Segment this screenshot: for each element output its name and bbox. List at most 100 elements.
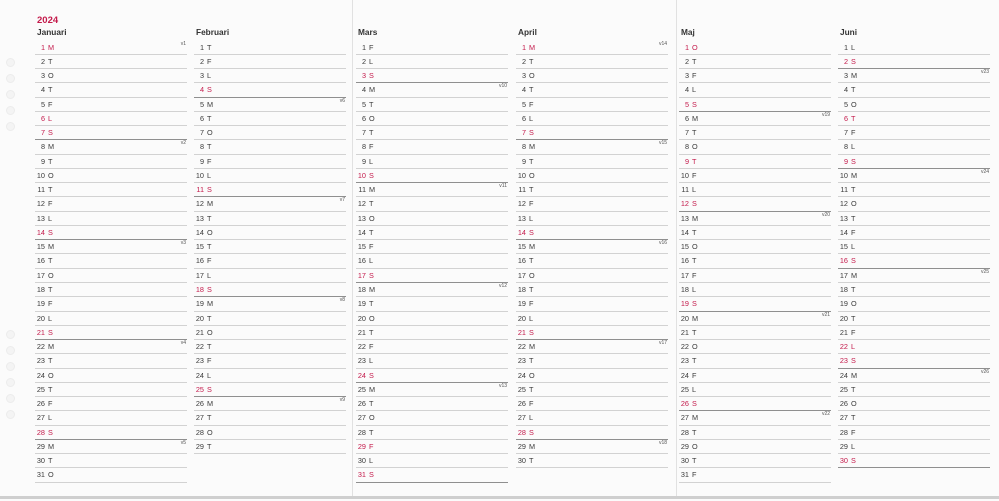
day-row: 7S bbox=[35, 126, 187, 141]
day-row: 20 L bbox=[35, 312, 187, 326]
day-row: 5T bbox=[356, 98, 508, 112]
day-row: 7F bbox=[838, 126, 990, 141]
day-number: 8 bbox=[684, 142, 689, 152]
binder-hole bbox=[6, 90, 15, 99]
day-row: 10 L bbox=[194, 169, 346, 184]
weekday-letter: T bbox=[529, 285, 534, 295]
month-column-april: April 1 Mv14 2 T 3 O 4 T 5 F 6 L 7 S 8 Mv15 9 T 10 O 11 T 12 F 13… bbox=[516, 27, 668, 469]
day-row: 1L bbox=[838, 41, 990, 55]
weekday-letter: F bbox=[207, 256, 212, 266]
weekday-letter: T bbox=[48, 384, 53, 394]
day-row: 12 O bbox=[838, 197, 990, 212]
day-number: 26 bbox=[517, 399, 526, 409]
day-number: 29 bbox=[517, 441, 526, 451]
day-row: 16 F bbox=[194, 254, 346, 269]
week-number: v20 bbox=[821, 211, 830, 218]
page-divider bbox=[676, 0, 677, 497]
day-row: 13 L bbox=[35, 212, 187, 226]
day-row: 26 Mv9 bbox=[194, 397, 346, 412]
weekday-letter: T bbox=[692, 128, 697, 138]
day-number: 13 bbox=[680, 213, 689, 223]
day-number: 26 bbox=[680, 399, 689, 409]
day-number: 30 bbox=[357, 456, 366, 466]
month-name: Juni bbox=[840, 27, 858, 37]
day-number: 4 bbox=[684, 85, 689, 95]
day-row: 20 O bbox=[356, 312, 508, 326]
weekday-letter: S bbox=[851, 456, 856, 466]
day-row: 18 S bbox=[194, 283, 346, 298]
weekday-letter: F bbox=[851, 327, 856, 337]
day-number: 16 bbox=[839, 256, 848, 266]
day-number: 16 bbox=[680, 256, 689, 266]
day-row: 25 L bbox=[679, 383, 831, 398]
weekday-letter: M bbox=[369, 185, 376, 195]
day-row: 1F bbox=[356, 41, 508, 55]
page-divider bbox=[352, 0, 353, 497]
week-number: v16 bbox=[658, 240, 667, 247]
weekday-letter: L bbox=[369, 56, 374, 66]
weekday-letter: L bbox=[692, 185, 697, 195]
weekday-letter: T bbox=[851, 413, 856, 423]
weekday-letter: T bbox=[207, 242, 212, 252]
week-number: v4 bbox=[180, 340, 186, 347]
day-row: 30 T bbox=[679, 454, 831, 469]
day-row: 1 Mv1 bbox=[35, 41, 187, 55]
day-row: 1 Mv14 bbox=[516, 41, 668, 55]
weekday-letter: S bbox=[369, 71, 374, 81]
weekday-letter: L bbox=[207, 71, 212, 81]
day-row: 28 T bbox=[356, 426, 508, 440]
weekday-letter: O bbox=[529, 170, 535, 180]
weekday-letter: O bbox=[851, 299, 857, 309]
day-row: 29 T bbox=[194, 440, 346, 455]
weekday-letter: S bbox=[48, 128, 53, 138]
weekday-letter: M bbox=[48, 242, 55, 252]
day-row: 14 O bbox=[194, 226, 346, 241]
weekday-letter: T bbox=[207, 213, 212, 223]
day-row: 23 T bbox=[516, 354, 668, 369]
day-number: 11 bbox=[518, 185, 526, 195]
day-number: 9 bbox=[361, 156, 366, 166]
weekday-letter: T bbox=[529, 356, 534, 366]
day-number: 24 bbox=[36, 370, 45, 380]
weekday-letter: T bbox=[529, 456, 534, 466]
day-number: 28 bbox=[680, 427, 689, 437]
day-number: 10 bbox=[839, 170, 848, 180]
week-number: v22 bbox=[821, 411, 830, 418]
day-number: 8 bbox=[199, 142, 204, 152]
day-number: 18 bbox=[195, 285, 204, 295]
week-number: v17 bbox=[658, 340, 667, 347]
day-row: 29 Mv5 bbox=[35, 440, 187, 455]
weekday-letter: O bbox=[207, 427, 213, 437]
day-number: 1 bbox=[521, 42, 526, 52]
weekday-letter: T bbox=[207, 313, 212, 323]
day-row: 17 Mv25 bbox=[838, 269, 990, 284]
day-row: 22 Mv17 bbox=[516, 340, 668, 355]
day-row: 15 T bbox=[194, 240, 346, 255]
weekday-letter: S bbox=[369, 170, 374, 180]
day-row: 13 O bbox=[356, 212, 508, 226]
day-row: 19 S bbox=[679, 297, 831, 312]
binder-hole bbox=[6, 106, 15, 115]
weekday-letter: O bbox=[207, 327, 213, 337]
day-number: 28 bbox=[36, 427, 45, 437]
week-number: v14 bbox=[658, 40, 667, 47]
day-number: 23 bbox=[517, 356, 526, 366]
weekday-letter: O bbox=[692, 42, 698, 52]
day-row: 14 T bbox=[679, 226, 831, 241]
weekday-letter: L bbox=[851, 242, 856, 252]
day-row: 18 T bbox=[516, 283, 668, 298]
day-number: 7 bbox=[843, 128, 848, 138]
day-number: 14 bbox=[195, 227, 204, 237]
day-row: 27 T bbox=[194, 411, 346, 426]
day-row: 9S bbox=[838, 155, 990, 169]
day-row: 19 Mv8 bbox=[194, 297, 346, 312]
day-number: 28 bbox=[357, 427, 366, 437]
day-row: 31 S bbox=[356, 468, 508, 483]
day-row: 9T bbox=[516, 155, 668, 169]
day-number: 9 bbox=[684, 156, 689, 166]
day-row: 15 Mv16 bbox=[516, 240, 668, 255]
weekday-letter: S bbox=[529, 128, 534, 138]
day-number: 15 bbox=[36, 242, 45, 252]
day-number: 7 bbox=[40, 128, 45, 138]
weekday-letter: L bbox=[529, 413, 534, 423]
